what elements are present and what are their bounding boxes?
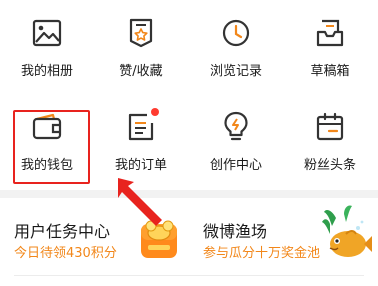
- grid-item-album[interactable]: 我的相册: [0, 0, 94, 88]
- grid-item-label: 我的相册: [20, 64, 73, 79]
- grid-item-creator-center[interactable]: 创作中心: [189, 94, 283, 182]
- orders-list-icon: [125, 108, 159, 143]
- photo-album-icon: [31, 17, 63, 49]
- goldfish-icon: [322, 204, 372, 270]
- fishing-subtitle: 参与瓜分十万奖金池: [203, 246, 321, 261]
- grid-item-fans-headline[interactable]: 粉丝头条: [283, 94, 377, 182]
- grid-item-label: 粉丝头条: [303, 158, 356, 173]
- favorites-badge-icon: [125, 17, 157, 49]
- task-center-title: 用户任务中心: [14, 222, 111, 241]
- grid-item-label: 浏览记录: [209, 64, 262, 79]
- notification-dot: [151, 108, 159, 116]
- grid-item-likes-favorites[interactable]: 赞/收藏: [94, 0, 188, 88]
- clock-history-icon: [220, 17, 252, 49]
- grid-item-label: 草稿箱: [310, 64, 350, 79]
- promo-cards: 用户任务中心 今日待领430积分 微博渔场 参与瓜分十万奖金池: [0, 198, 378, 286]
- grid-item-label: 赞/收藏: [119, 64, 163, 79]
- grid-item-history[interactable]: 浏览记录: [189, 0, 283, 88]
- wallet-highlight-annotation: [13, 110, 90, 184]
- pointer-arrow-annotation: [112, 174, 172, 234]
- grid-item-label: 创作中心: [209, 158, 262, 173]
- divider: [14, 275, 364, 276]
- tools-panel: 我的相册 赞/收藏 浏览记录 草稿箱 我的钱包 我的订单 创作中心 粉丝头条: [0, 0, 378, 190]
- grid-item-orders[interactable]: 我的订单: [94, 94, 188, 182]
- fishing-title: 微博渔场: [203, 222, 268, 241]
- grid-item-drafts[interactable]: 草稿箱: [283, 0, 377, 88]
- lightbulb-icon: [220, 111, 252, 143]
- grid-item-label: 我的订单: [114, 158, 167, 173]
- drafts-tray-icon: [314, 17, 346, 49]
- calendar-headline-icon: [314, 111, 346, 143]
- task-center-subtitle: 今日待领430积分: [14, 246, 117, 261]
